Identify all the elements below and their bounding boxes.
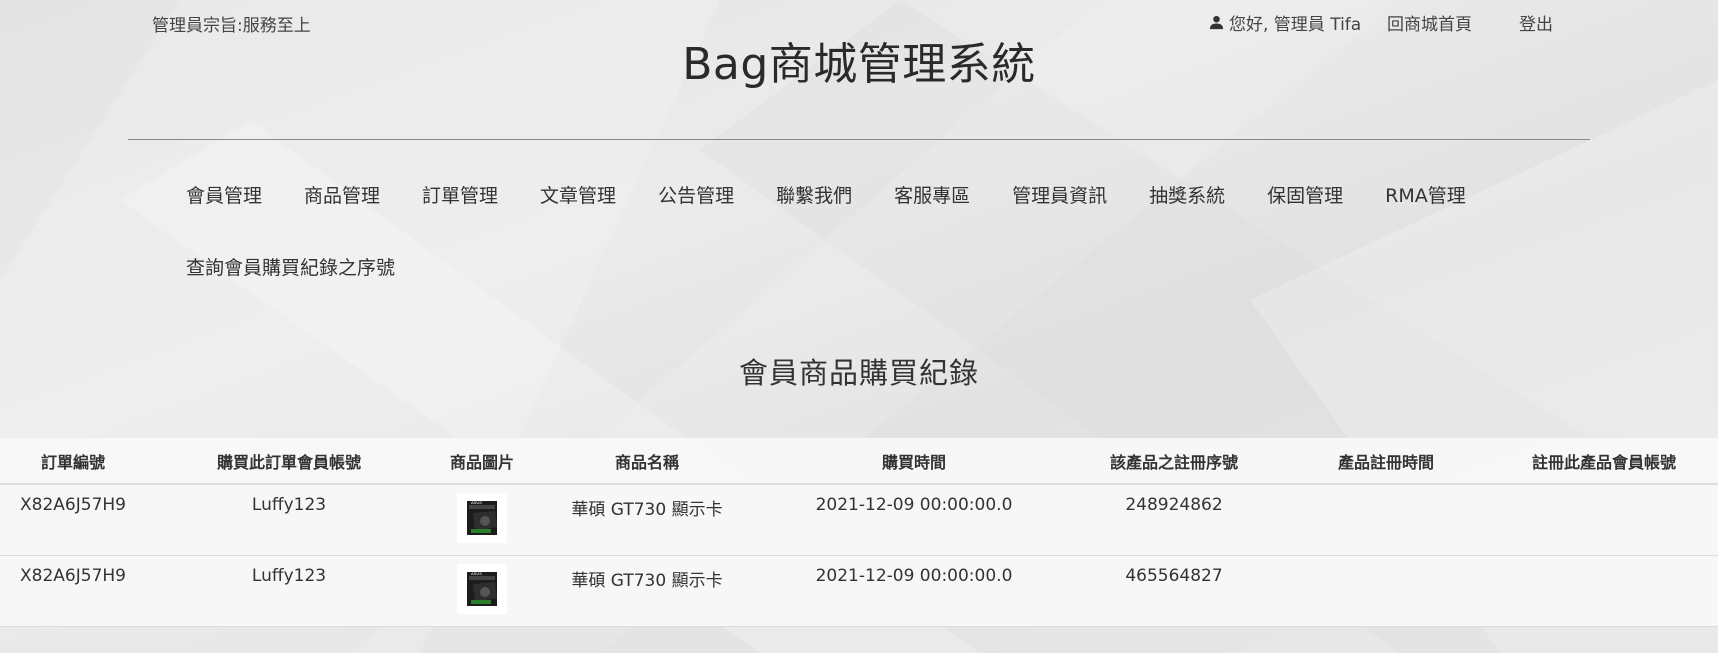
- nav-item-product-management[interactable]: 商品管理: [304, 181, 380, 208]
- purchase-records-table: 訂單編號 購買此訂單會員帳號 商品圖片 商品名稱 購買時間 該產品之註冊序號 產…: [0, 438, 1718, 627]
- column-header-image: 商品圖片: [432, 438, 532, 485]
- column-header-order-id: 訂單編號: [0, 438, 146, 485]
- reg-time-cell: [1282, 484, 1490, 555]
- column-header-serial: 該產品之註冊序號: [1066, 438, 1282, 485]
- order-id-cell: X82A6J57H9: [20, 495, 126, 515]
- column-header-time: 購買時間: [762, 438, 1066, 485]
- image-cell: ASUS: [432, 555, 532, 626]
- column-header-reg-time: 產品註冊時間: [1282, 438, 1490, 485]
- nav-item-article-management[interactable]: 文章管理: [540, 181, 616, 208]
- product-name-cell: 華碩 GT730 顯示卡: [571, 570, 723, 591]
- column-header-reg-member: 註冊此產品會員帳號: [1490, 438, 1718, 485]
- section-title: 會員商品購買紀錄: [738, 356, 979, 390]
- nav-item-announcement-management[interactable]: 公告管理: [658, 181, 734, 208]
- member-cell: Luffy123: [251, 565, 327, 586]
- column-header-product: 商品名稱: [532, 438, 762, 485]
- reg-time-cell: [1282, 555, 1490, 626]
- nav-item-customer-service[interactable]: 客服專區: [894, 181, 970, 208]
- nav-item-purchase-serial-lookup[interactable]: 查詢會員購買紀錄之序號: [186, 257, 395, 279]
- image-cell: ASUS: [432, 484, 532, 555]
- nav-item-rma-management[interactable]: RMA管理: [1385, 181, 1466, 208]
- nav-item-warranty-management[interactable]: 保固管理: [1267, 181, 1343, 208]
- graphics-card-thumbnail-icon: ASUS: [457, 563, 507, 614]
- reg-member-cell: [1490, 555, 1718, 626]
- svg-text:ASUS: ASUS: [471, 571, 482, 576]
- purchase-time-cell: 2021-12-09 00:00:00.0: [815, 495, 1013, 515]
- serial-cell: 465564827: [1125, 565, 1223, 586]
- table-row: X82A6J57H9 Luffy123 ASUS 華碩 GT730 顯示卡 20…: [0, 484, 1718, 555]
- svg-text:ASUS: ASUS: [471, 500, 482, 505]
- header-divider: [128, 139, 1590, 140]
- nav-item-admin-info[interactable]: 管理員資訊: [1012, 181, 1107, 208]
- table-header-row: 訂單編號 購買此訂單會員帳號 商品圖片 商品名稱 購買時間 該產品之註冊序號 產…: [0, 438, 1718, 485]
- column-header-member: 購買此訂單會員帳號: [146, 438, 432, 485]
- main-nav: 會員管理 商品管理 訂單管理 文章管理 公告管理 聯繫我們 客服專區 管理員資訊…: [186, 176, 1536, 212]
- graphics-card-thumbnail-icon: ASUS: [457, 493, 507, 543]
- nav-item-member-management[interactable]: 會員管理: [186, 181, 262, 208]
- member-cell: Luffy123: [251, 495, 327, 515]
- serial-cell: 248924862: [1125, 495, 1223, 515]
- order-id-cell: X82A6J57H9: [20, 565, 126, 586]
- nav-row-2: 查詢會員購買紀錄之序號: [186, 253, 437, 280]
- table-row: X82A6J57H9 Luffy123 ASUS 華碩 GT730 顯示卡 20…: [0, 555, 1718, 626]
- nav-item-lottery-system[interactable]: 抽獎系統: [1149, 181, 1225, 208]
- site-title: Bag商城管理系統: [682, 39, 1036, 90]
- product-name-cell: 華碩 GT730 顯示卡: [571, 500, 723, 520]
- nav-item-order-management[interactable]: 訂單管理: [422, 181, 498, 208]
- reg-member-cell: [1490, 484, 1718, 555]
- nav-item-contact-us[interactable]: 聯繫我們: [776, 181, 852, 208]
- purchase-time-cell: 2021-12-09 00:00:00.0: [815, 565, 1013, 586]
